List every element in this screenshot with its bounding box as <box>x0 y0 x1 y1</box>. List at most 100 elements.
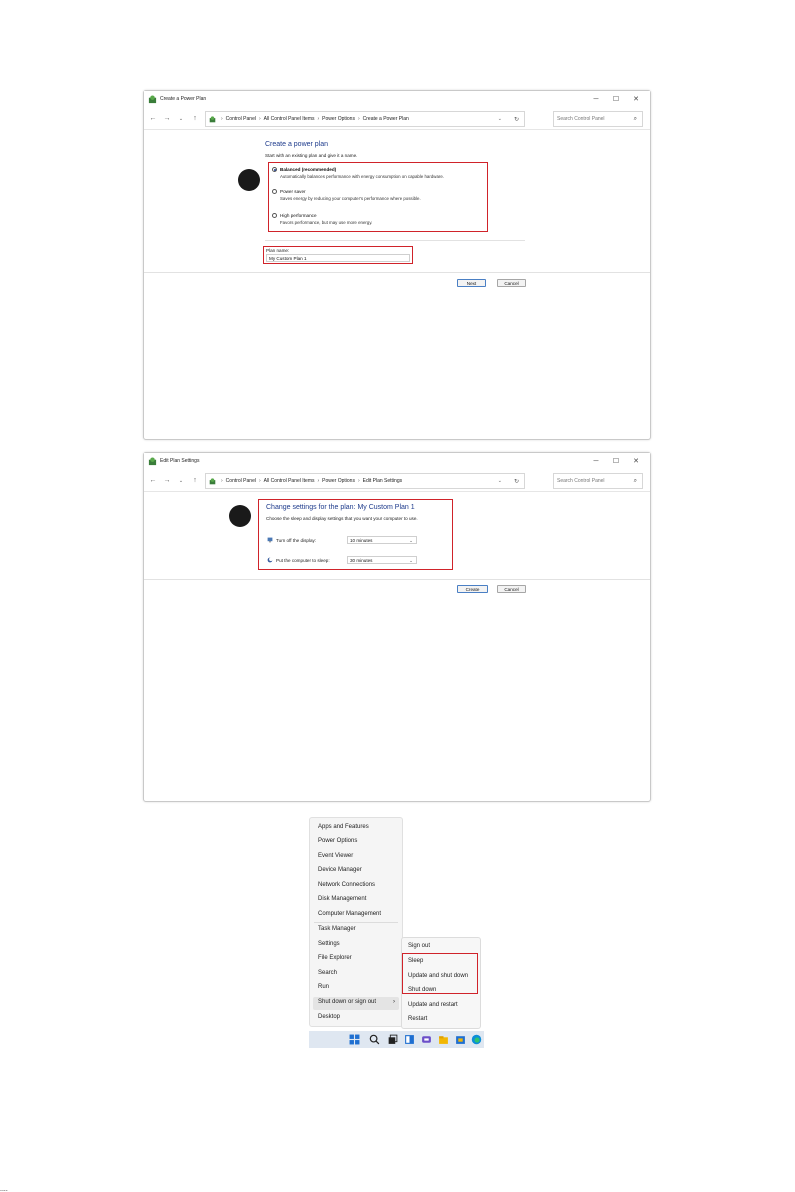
divider <box>144 272 650 273</box>
menu-item-settings[interactable]: Settings <box>318 941 340 947</box>
address-bar[interactable]: › Control Panel › All Control Panel Item… <box>205 111 525 127</box>
breadcrumb-power-options[interactable]: Power Options <box>322 116 355 122</box>
option-desc-high-performance: Favors performance, but may use more ene… <box>280 220 373 225</box>
breadcrumb-control-panel[interactable]: Control Panel <box>226 478 256 484</box>
recent-locations-chevron-icon[interactable]: ⌄ <box>174 116 188 122</box>
menu-item-search[interactable]: Search <box>318 970 337 976</box>
plan-name-input[interactable]: My Custom Plan 1 <box>266 254 410 262</box>
menu-item-task-manager[interactable]: Task Manager <box>318 926 356 932</box>
option-desc-power-saver: Saves energy by reducing your computer's… <box>280 196 421 201</box>
menu-item-file-explorer[interactable]: File Explorer <box>318 955 352 961</box>
menu-item-network-connections[interactable]: Network Connections <box>318 882 375 888</box>
back-arrow-icon[interactable]: ← <box>146 477 160 484</box>
menu-item-shut-down-or-sign-out[interactable]: Shut down or sign out <box>318 999 376 1005</box>
display-icon <box>267 537 273 543</box>
search-placeholder: Search Control Panel <box>557 116 605 122</box>
radio-balanced[interactable] <box>272 167 277 172</box>
minimize-button[interactable]: ─ <box>586 96 606 103</box>
cancel-button[interactable]: Cancel <box>497 585 526 593</box>
menu-item-run[interactable]: Run <box>318 984 329 990</box>
option-title-balanced: Balanced (recommended) <box>280 166 337 172</box>
task-view-icon[interactable] <box>387 1034 398 1045</box>
menu-item-device-manager[interactable]: Device Manager <box>318 867 362 873</box>
create-button[interactable]: Create <box>457 585 488 593</box>
step-bullet <box>238 169 260 191</box>
menu-item-desktop[interactable]: Desktop <box>318 1014 340 1020</box>
cancel-button[interactable]: Cancel <box>497 279 526 287</box>
radio-power-saver[interactable] <box>272 189 277 194</box>
search-input[interactable]: Search Control Panel ⌕ <box>553 473 643 489</box>
edge-browser-icon[interactable] <box>471 1034 482 1045</box>
address-dropdown-chevron-icon[interactable]: ⌄ <box>498 116 502 122</box>
edit-plan-settings-window: Edit Plan Settings ─ ☐ ✕ ← → ⌄ ↑ › Contr… <box>143 452 651 802</box>
search-icon[interactable] <box>369 1034 380 1045</box>
menu-item-power-options[interactable]: Power Options <box>318 838 357 844</box>
submenu-item-restart[interactable]: Restart <box>408 1016 427 1022</box>
highlight-box-shutdown-options <box>402 953 478 994</box>
display-timeout-dropdown[interactable]: 10 minutes ⌄ <box>347 536 417 544</box>
search-icon[interactable]: ⌕ <box>634 478 637 485</box>
control-panel-icon <box>209 477 216 484</box>
title-bar[interactable]: Create a Power Plan ─ ☐ ✕ <box>144 91 650 107</box>
refresh-icon[interactable]: ↻ <box>514 116 519 123</box>
menu-item-disk-management[interactable]: Disk Management <box>318 896 366 902</box>
control-panel-icon <box>148 456 157 465</box>
option-title-high-performance: High performance <box>280 212 317 218</box>
page-title: Change settings for the plan: My Custom … <box>266 504 415 511</box>
menu-item-event-viewer[interactable]: Event Viewer <box>318 853 353 859</box>
chat-icon[interactable] <box>421 1034 432 1045</box>
breadcrumb-separator: › <box>258 116 261 122</box>
submenu-item-update-and-restart[interactable]: Update and restart <box>408 1002 458 1008</box>
store-icon[interactable] <box>455 1034 466 1045</box>
page-subtitle: Choose the sleep and display settings th… <box>266 516 418 521</box>
sleep-timeout-dropdown[interactable]: 30 minutes ⌄ <box>347 556 417 564</box>
refresh-icon[interactable]: ↻ <box>514 478 519 485</box>
up-arrow-icon[interactable]: ↑ <box>188 115 202 122</box>
page-footer-text: .... <box>0 1186 8 1192</box>
create-power-plan-window: Create a Power Plan ─ ☐ ✕ ← → ⌄ ↑ › Cont… <box>143 90 651 440</box>
breadcrumb-separator: › <box>221 478 223 484</box>
breadcrumb-all-items[interactable]: All Control Panel Items <box>264 478 315 484</box>
radio-high-performance[interactable] <box>272 213 277 218</box>
breadcrumb-current[interactable]: Edit Plan Settings <box>363 478 402 484</box>
recent-locations-chevron-icon[interactable]: ⌄ <box>174 478 188 484</box>
chevron-down-icon: ⌄ <box>409 538 413 543</box>
menu-item-computer-management[interactable]: Computer Management <box>318 911 381 917</box>
search-input[interactable]: Search Control Panel ⌕ <box>553 111 643 127</box>
address-bar[interactable]: › Control Panel › All Control Panel Item… <box>205 473 525 489</box>
forward-arrow-icon[interactable]: → <box>160 115 174 122</box>
divider <box>144 579 650 580</box>
breadcrumb-all-items[interactable]: All Control Panel Items <box>264 116 315 122</box>
breadcrumb-power-options[interactable]: Power Options <box>322 478 355 484</box>
breadcrumb-separator: › <box>258 478 261 484</box>
widgets-icon[interactable] <box>404 1034 415 1045</box>
up-arrow-icon[interactable]: ↑ <box>188 477 202 484</box>
breadcrumb-current[interactable]: Create a Power Plan <box>363 116 409 122</box>
search-icon[interactable]: ⌕ <box>634 116 637 123</box>
menu-item-apps-and-features[interactable]: Apps and Features <box>318 824 369 830</box>
breadcrumb-separator: › <box>357 478 360 484</box>
page-subtitle: Start with an existing plan and give it … <box>265 153 358 158</box>
submenu-item-sign-out[interactable]: Sign out <box>408 943 430 949</box>
minimize-button[interactable]: ─ <box>586 458 606 465</box>
file-explorer-icon[interactable] <box>438 1034 449 1045</box>
address-dropdown-chevron-icon[interactable]: ⌄ <box>498 478 502 484</box>
windows-start-icon[interactable] <box>349 1034 360 1045</box>
close-button[interactable]: ✕ <box>626 457 646 465</box>
maximize-button[interactable]: ☐ <box>606 95 626 103</box>
maximize-button[interactable]: ☐ <box>606 457 626 465</box>
breadcrumb-separator: › <box>221 116 223 122</box>
breadcrumb-separator: › <box>357 116 360 122</box>
breadcrumb-control-panel[interactable]: Control Panel <box>226 116 256 122</box>
window-title: Create a Power Plan <box>160 96 207 102</box>
option-title-power-saver: Power saver <box>280 188 306 194</box>
sleep-timeout-value: 30 minutes <box>350 558 373 563</box>
next-button[interactable]: Next <box>457 279 486 287</box>
divider <box>265 240 525 241</box>
display-setting-label: Turn off the display: <box>276 538 317 543</box>
forward-arrow-icon[interactable]: → <box>160 477 174 484</box>
sleep-setting-label: Put the computer to sleep: <box>276 558 330 563</box>
back-arrow-icon[interactable]: ← <box>146 115 160 122</box>
title-bar[interactable]: Edit Plan Settings ─ ☐ ✕ <box>144 453 650 469</box>
close-button[interactable]: ✕ <box>626 95 646 103</box>
